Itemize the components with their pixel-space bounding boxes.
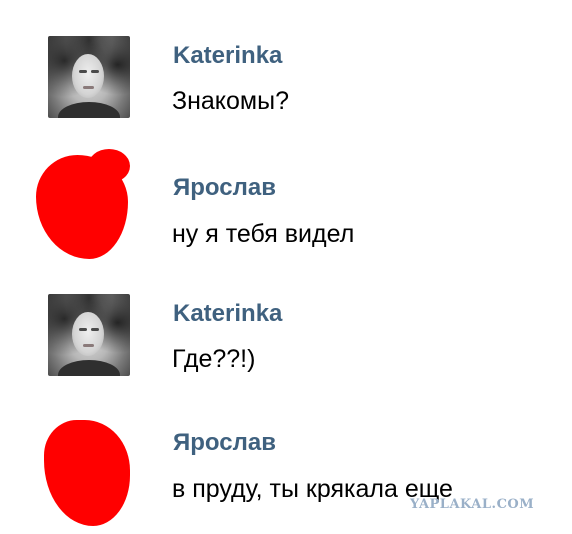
message-item: Ярослав ну я тебя видел <box>0 149 572 259</box>
message-text: Знакомы? <box>172 87 289 115</box>
avatar[interactable] <box>36 149 130 259</box>
sender-name[interactable]: Ярослав <box>173 173 276 203</box>
avatar[interactable] <box>48 36 130 118</box>
message-item: Katerinka Где??!) <box>0 294 572 394</box>
message-text: Где??!) <box>172 345 256 373</box>
watermark: YAPLAKAL.COM <box>410 497 535 512</box>
sender-name[interactable]: Katerinka <box>173 41 282 71</box>
avatar[interactable] <box>44 420 130 526</box>
avatar[interactable] <box>48 294 130 376</box>
redaction-scribble <box>88 149 130 183</box>
message-item: Katerinka Знакомы? <box>0 36 572 136</box>
sender-name[interactable]: Ярослав <box>173 428 276 458</box>
sender-name[interactable]: Katerinka <box>173 299 282 329</box>
message-text: ну я тебя видел <box>172 220 355 248</box>
redaction-scribble <box>44 420 130 526</box>
